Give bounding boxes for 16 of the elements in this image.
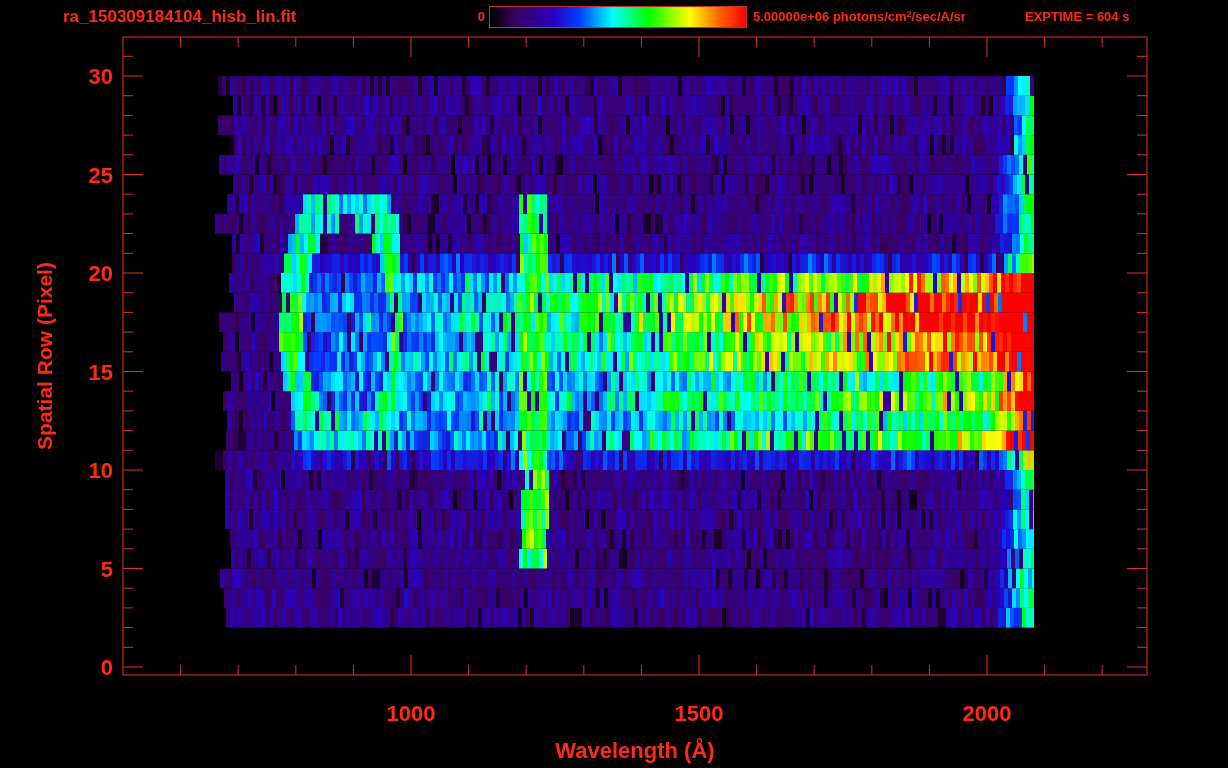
y-tick-label: 0 [100,655,113,680]
colorbar-max-label: 5.00000e+06 photons/cm$^{2}$/sec/A/sr [753,7,967,27]
y-axis-label: Spatial Row (Pixel) [33,262,56,450]
x-axis-label: Wavelength (Å) [555,738,715,763]
y-tick-label: 15 [88,359,113,385]
x-tick-label: 1500 [674,701,724,726]
file-title: ra_150309184104_hisb_lin.fit [63,6,298,29]
x-tick-label: 1000 [386,701,436,726]
colorbar-min-label: 0 [476,8,485,27]
exposure-time: EXPTIME = 604 s [1025,8,1130,27]
y-tick-label: 25 [88,162,113,188]
y-tick-label: 10 [88,458,113,483]
x-tick-label: 2000 [962,701,1012,726]
y-tick-label: 20 [88,261,113,286]
y-tick-label: 5 [100,556,113,582]
y-tick-label: 30 [88,64,113,89]
